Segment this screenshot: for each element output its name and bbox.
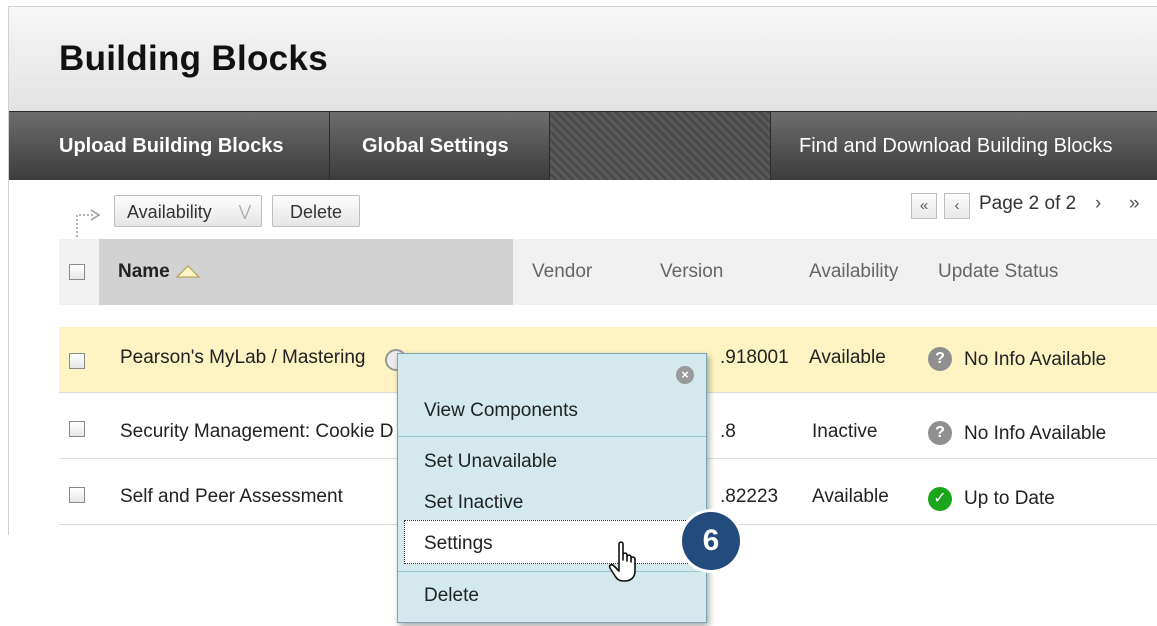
hand-pointer-icon <box>608 541 636 582</box>
page-title: Building Blocks <box>59 39 328 78</box>
row-version: .918001 <box>720 347 789 368</box>
availability-button[interactable]: Availability ⋁ <box>114 195 262 227</box>
row-checkbox[interactable] <box>69 487 85 503</box>
row-name[interactable]: Pearson's MyLab / Mastering <box>120 347 365 369</box>
page-header: Building Blocks <box>9 7 1157 112</box>
row-availability: Available <box>812 486 889 507</box>
availability-button-label: Availability <box>127 202 212 222</box>
step-callout-badge: 6 <box>682 512 740 570</box>
chevron-down-icon: ⋁ <box>238 203 251 220</box>
row-name[interactable]: Self and Peer Assessment <box>120 486 343 508</box>
action-bar-filler <box>550 112 771 180</box>
row-context-menu: × View Components Set Unavailable Set In… <box>397 353 707 623</box>
row-name[interactable]: Security Management: Cookie D <box>120 421 394 443</box>
global-settings-tab[interactable]: Global Settings <box>330 112 550 180</box>
column-header-availability[interactable]: Availability <box>809 239 898 305</box>
previous-page-icon[interactable]: ‹ <box>944 193 970 219</box>
row-availability: Available <box>809 347 886 368</box>
row-version: .82223 <box>720 486 779 507</box>
select-all-checkbox[interactable] <box>69 264 85 280</box>
find-download-building-blocks-tab[interactable]: Find and Download Building Blocks <box>771 112 1157 180</box>
row-update-status: No Info Available <box>964 349 1107 370</box>
check-icon: ✓ <box>928 487 952 511</box>
list-toolbar: Availability ⋁ Delete « ‹ Page 2 of 2 › … <box>9 179 1157 241</box>
column-header-vendor[interactable]: Vendor <box>532 239 592 305</box>
table-header: Name Vendor Version Availability Update … <box>59 239 1157 305</box>
upload-building-blocks-tab[interactable]: Upload Building Blocks <box>9 112 330 180</box>
column-header-update-status[interactable]: Update Status <box>938 239 1058 305</box>
row-version: .8 <box>720 421 736 442</box>
first-page-icon[interactable]: « <box>911 193 937 219</box>
tree-arrow-icon <box>76 209 101 241</box>
next-page-icon[interactable]: › <box>1095 193 1101 215</box>
menu-item-view-components[interactable]: View Components <box>424 400 578 422</box>
action-bar: Upload Building Blocks Global Settings F… <box>9 111 1157 180</box>
row-update-status: Up to Date <box>964 488 1055 509</box>
menu-item-settings[interactable]: Settings <box>424 533 493 555</box>
delete-button[interactable]: Delete <box>272 195 360 227</box>
menu-item-delete[interactable]: Delete <box>424 585 479 607</box>
row-checkbox[interactable] <box>69 421 85 437</box>
close-icon[interactable]: × <box>676 366 694 384</box>
column-header-name[interactable]: Name <box>118 239 201 305</box>
page-indicator: Page 2 of 2 <box>979 193 1077 214</box>
row-checkbox[interactable] <box>69 353 85 369</box>
menu-divider <box>398 571 706 572</box>
row-availability: Inactive <box>812 421 878 442</box>
menu-item-set-inactive[interactable]: Set Inactive <box>424 492 523 514</box>
column-header-version[interactable]: Version <box>660 239 723 305</box>
menu-item-set-unavailable[interactable]: Set Unavailable <box>424 451 557 473</box>
last-page-icon[interactable]: » <box>1129 193 1140 215</box>
menu-divider <box>398 436 706 437</box>
sort-ascending-icon <box>175 265 201 278</box>
row-update-status: No Info Available <box>964 423 1107 444</box>
question-icon: ? <box>928 347 952 371</box>
question-icon: ? <box>928 421 952 445</box>
